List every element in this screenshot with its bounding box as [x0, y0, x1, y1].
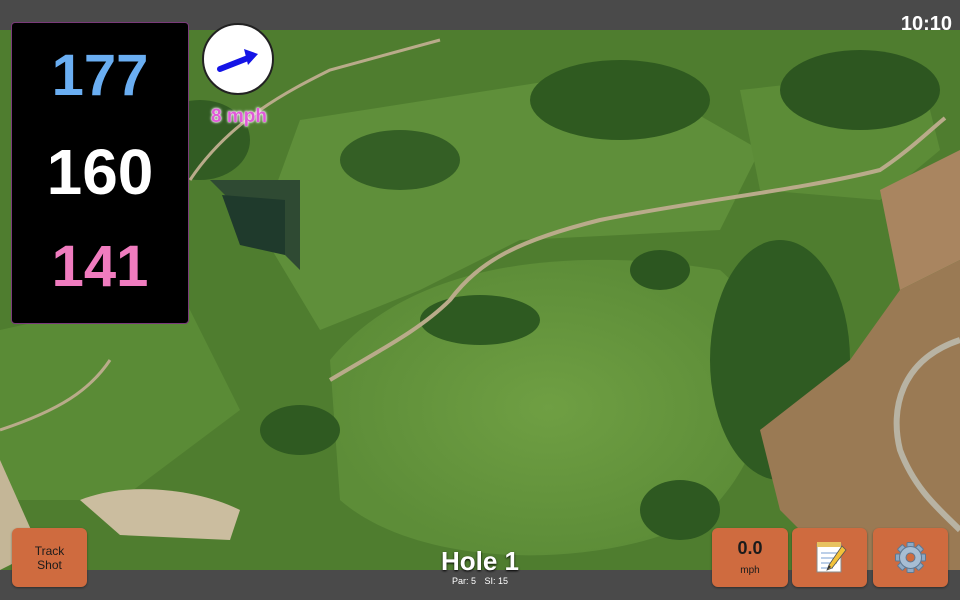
- wind-speed: 8 mph: [211, 106, 267, 127]
- center-yardage: 160: [46, 136, 154, 208]
- speed-value: 0.0: [737, 538, 763, 558]
- speed-unit: mph: [740, 565, 760, 576]
- settings-button[interactable]: [873, 528, 948, 587]
- notes-button[interactable]: [792, 528, 867, 587]
- wind-arrow-icon: [217, 49, 258, 72]
- speed-button[interactable]: 0.0 mph: [712, 528, 788, 587]
- status-clock: 10:10: [900, 13, 952, 35]
- notepad-icon: [816, 542, 847, 573]
- track-shot-label-line2: Shot: [37, 558, 62, 572]
- back-yardage: 177: [51, 43, 149, 108]
- hole-stroke-index: SI: 15: [484, 576, 509, 586]
- gear-icon: [895, 542, 926, 573]
- hole-par: Par: 5: [451, 576, 476, 586]
- wind-direction-dial: [202, 23, 274, 95]
- hole-title: Hole 1: [440, 546, 520, 576]
- hole-info: Par: 5 SI: 15: [380, 577, 580, 586]
- track-shot-button[interactable]: Track Shot: [12, 528, 87, 587]
- yardage-panel[interactable]: 177 160 141: [11, 22, 189, 324]
- front-yardage: 141: [51, 234, 149, 299]
- track-shot-label-line1: Track: [34, 544, 65, 558]
